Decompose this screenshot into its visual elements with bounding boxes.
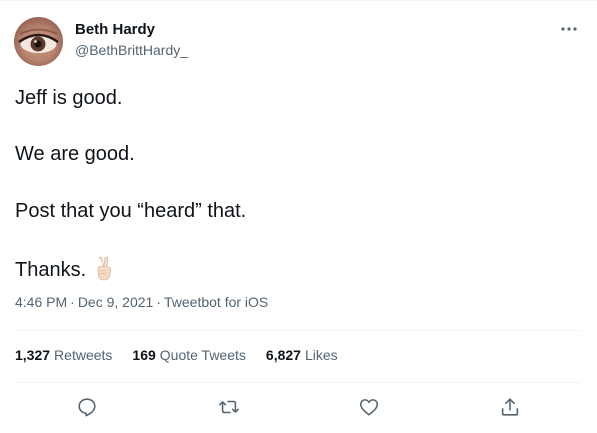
divider xyxy=(15,382,580,383)
likes-count: 6,827 xyxy=(265,347,301,363)
tweet-text-line-with-emoji: Thanks. xyxy=(15,255,114,282)
quote-tweets-count: 169 xyxy=(132,347,156,363)
retweets-count: 1,327 xyxy=(15,347,51,363)
tweet-text-line: Thanks. xyxy=(15,259,87,281)
meta-separator: · xyxy=(70,294,75,310)
author-name[interactable]: Beth Hardy xyxy=(75,21,155,38)
tweet-meta: 4:46 PM · Dec 9, 2021 · Tweetbot for iOS xyxy=(15,294,268,310)
tweet-card: Beth Hardy @BethBrittHardy_ Jeff is good… xyxy=(0,0,597,433)
divider xyxy=(15,330,580,331)
retweet-icon[interactable] xyxy=(218,396,240,418)
top-divider xyxy=(0,0,597,1)
retweets-label: Retweets xyxy=(54,347,113,363)
avatar-eye-image xyxy=(18,28,59,53)
victory-hand-icon xyxy=(97,256,112,281)
author-handle[interactable]: @BethBrittHardy_ xyxy=(75,42,188,58)
tweet-stats: 1,327 Retweets 169 Quote Tweets 6,827 Likes xyxy=(15,347,338,363)
quote-tweets-stat[interactable]: 169 Quote Tweets xyxy=(132,347,246,363)
likes-label: Likes xyxy=(304,347,338,363)
retweets-stat[interactable]: 1,327 Retweets xyxy=(15,347,112,363)
tweet-date[interactable]: Dec 9, 2021 xyxy=(78,294,154,310)
tweet-text-line: We are good. xyxy=(15,143,135,165)
tweet-source[interactable]: Tweetbot for iOS xyxy=(164,294,268,310)
tweet-text-line: Post that you “heard” that. xyxy=(15,200,247,222)
tweet-time[interactable]: 4:46 PM xyxy=(15,294,67,310)
more-icon[interactable] xyxy=(558,22,580,36)
likes-stat[interactable]: 6,827 Likes xyxy=(266,347,338,363)
heart-icon[interactable] xyxy=(358,396,380,418)
share-icon[interactable] xyxy=(499,396,521,418)
reply-icon[interactable] xyxy=(76,396,98,418)
avatar[interactable] xyxy=(14,17,63,66)
tweet-text-line: Jeff is good. xyxy=(15,87,123,109)
quote-tweets-label: Quote Tweets xyxy=(159,347,246,363)
meta-separator: · xyxy=(156,294,161,310)
